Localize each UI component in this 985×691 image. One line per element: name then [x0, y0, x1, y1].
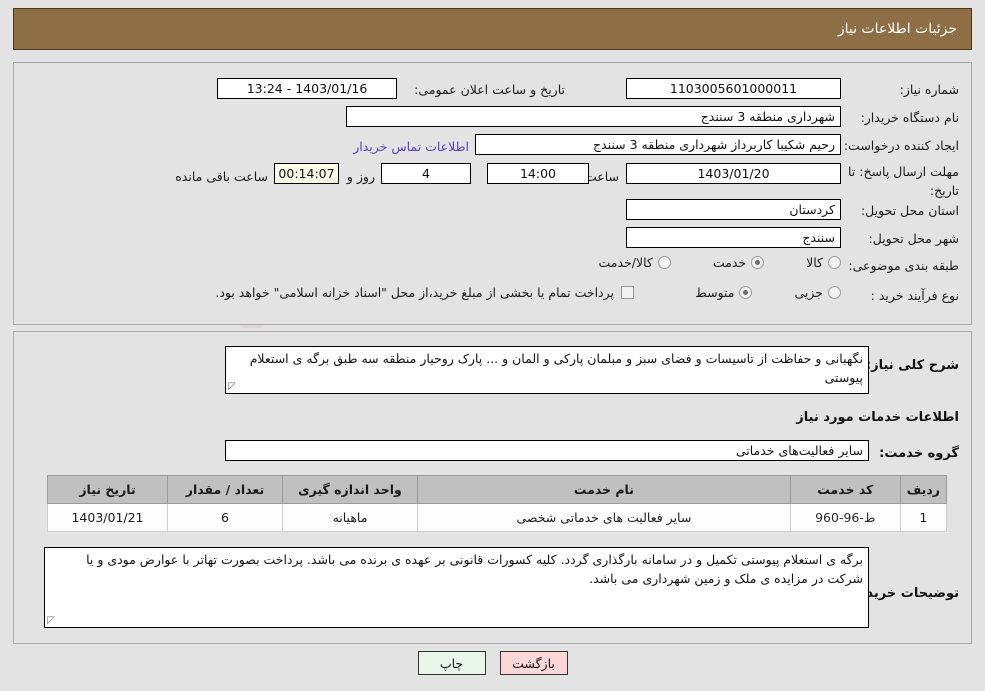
th-radif: ردیف [899, 475, 948, 504]
radio-icon-kala-khedmat[interactable] [657, 256, 671, 269]
cell-code: ط-96-960 [789, 503, 901, 532]
creator-label: ایجاد کننده درخواست: [843, 138, 959, 154]
buyer-org-row: نام دستگاه خریدار: [861, 107, 959, 129]
process-label: نوع فرآیند خرید : [870, 288, 959, 304]
footer-actions: بازگشت چاپ [0, 651, 985, 675]
radio-icon-motevaset[interactable] [739, 286, 753, 299]
need-number-row: شماره نیاز: [900, 79, 959, 101]
resize-grip-icon-notes[interactable]: ◹ [47, 615, 57, 626]
process-option-motevaset[interactable]: متوسط [695, 285, 753, 300]
services-info-title: اطلاعات خدمات مورد نیاز [796, 410, 959, 425]
buyer-notes-text: برگه ی استعلام پیوستی تکمیل و در سامانه … [86, 552, 863, 586]
cell-qty: 6 [167, 503, 283, 532]
buyer-contact-link[interactable]: اطلاعات تماس خریدار [353, 139, 469, 154]
province-label: استان محل تحویل: [860, 203, 959, 219]
treasury-bonds-text: پرداخت تمام یا بخشی از مبلغ خرید،از محل … [215, 285, 614, 300]
public-announce-field[interactable]: 1403/01/16 - 13:24 [217, 78, 397, 99]
need-number-field[interactable]: 1103005601000011 [626, 78, 841, 99]
creator-row: ایجاد کننده درخواست: [844, 135, 959, 157]
province-row: استان محل تحویل: [861, 200, 959, 222]
cell-radif: 1 [899, 503, 948, 532]
th-qty: تعداد / مقدار [167, 475, 283, 504]
category-option-khedmat-label: خدمت [712, 255, 747, 270]
page-title: جزئیات اطلاعات نیاز [837, 21, 957, 37]
service-group-label: گروه خدمت: [879, 446, 959, 461]
th-date: تاریخ نیاز [47, 475, 168, 504]
city-label: شهر محل تحویل: [868, 231, 959, 247]
process-option-motevaset-label: متوسط [695, 285, 735, 300]
deadline-label: مهلت ارسال پاسخ: تا تاریخ: [848, 164, 959, 198]
category-label: طبقه بندی موضوعی: [848, 258, 959, 274]
process-row: نوع فرآیند خرید : [871, 285, 959, 307]
category-option-kala-khedmat-label: کالا/خدمت [598, 255, 653, 270]
hour-field[interactable]: 14:00 [487, 163, 589, 184]
table-header-row: ردیف کد خدمت نام خدمت واحد اندازه گیری ت… [47, 475, 948, 504]
buyer-org-label: نام دستگاه خریدار: [860, 110, 959, 126]
category-option-khedmat[interactable]: خدمت [712, 255, 765, 270]
description-textarea[interactable]: نگهبانی و حفاظت از تاسیسات و فضای سبز و … [225, 346, 869, 394]
category-row: طبقه بندی موضوعی: [848, 255, 959, 277]
service-group-field[interactable]: سایر فعالیت‌های خدماتی [225, 440, 869, 461]
category-option-kala[interactable]: کالا [806, 255, 841, 270]
buyer-org-field[interactable]: شهرداری منطقه 3 سنندج [346, 106, 841, 127]
province-field[interactable]: کردستان [626, 199, 841, 220]
radio-icon-jozi[interactable] [828, 286, 841, 299]
back-button[interactable]: بازگشت [499, 651, 568, 675]
radio-icon-kala[interactable] [828, 256, 841, 269]
print-button[interactable]: چاپ [417, 651, 486, 675]
treasury-bonds-checkbox[interactable] [621, 286, 634, 299]
cell-unit: ماهیانه [282, 503, 418, 532]
resize-grip-icon[interactable]: ◹ [228, 381, 238, 392]
cell-name: سایر فعالیت های خدماتی شخصی [417, 503, 791, 532]
process-option-jozi[interactable]: جزیی [794, 285, 841, 300]
creator-field[interactable]: رحیم شکیبا کاربرداز شهرداری منطقه 3 سنند… [475, 134, 841, 155]
category-option-kala-label: کالا [806, 255, 823, 270]
deadline-date-field[interactable]: 1403/01/20 [626, 163, 841, 184]
description-text: نگهبانی و حفاظت از تاسیسات و فضای سبز و … [249, 351, 863, 385]
public-announce-row: تاریخ و ساعت اعلان عمومی: [414, 79, 565, 101]
th-code: کد خدمت [789, 475, 901, 504]
table-row: 1 ط-96-960 سایر فعالیت های خدماتی شخصی م… [47, 503, 948, 532]
days-remaining-field[interactable]: 4 [381, 163, 471, 184]
th-name: نام خدمت [417, 475, 791, 504]
th-unit: واحد اندازه گیری [282, 475, 418, 504]
days-and-label: روز و [346, 169, 375, 184]
city-field[interactable]: سنندج [626, 227, 841, 248]
radio-icon-khedmat[interactable] [751, 256, 765, 269]
need-details-panel: شرح کلی نیاز: نگهبانی و حفاظت از تاسیسات… [13, 331, 972, 644]
page-header: جزئیات اطلاعات نیاز [13, 8, 972, 50]
city-row: شهر محل تحویل: [869, 228, 959, 250]
hour-label: ساعت [584, 169, 619, 184]
process-option-jozi-label: جزیی [794, 285, 823, 300]
category-option-kala-khedmat[interactable]: کالا/خدمت [598, 255, 671, 270]
need-info-panel: شماره نیاز: 1103005601000011 تاریخ و ساع… [13, 62, 972, 325]
remaining-hours-label: ساعت باقی مانده [175, 169, 268, 184]
buyer-notes-textarea[interactable]: برگه ی استعلام پیوستی تکمیل و در سامانه … [44, 547, 869, 628]
services-table: ردیف کد خدمت نام خدمت واحد اندازه گیری ت… [47, 475, 948, 532]
public-announce-label: تاریخ و ساعت اعلان عمومی: [414, 82, 565, 98]
countdown-field: 00:14:07 [274, 163, 339, 184]
description-label: شرح کلی نیاز: [865, 358, 959, 373]
cell-date: 1403/01/21 [47, 503, 168, 532]
need-number-label: شماره نیاز: [899, 82, 959, 98]
